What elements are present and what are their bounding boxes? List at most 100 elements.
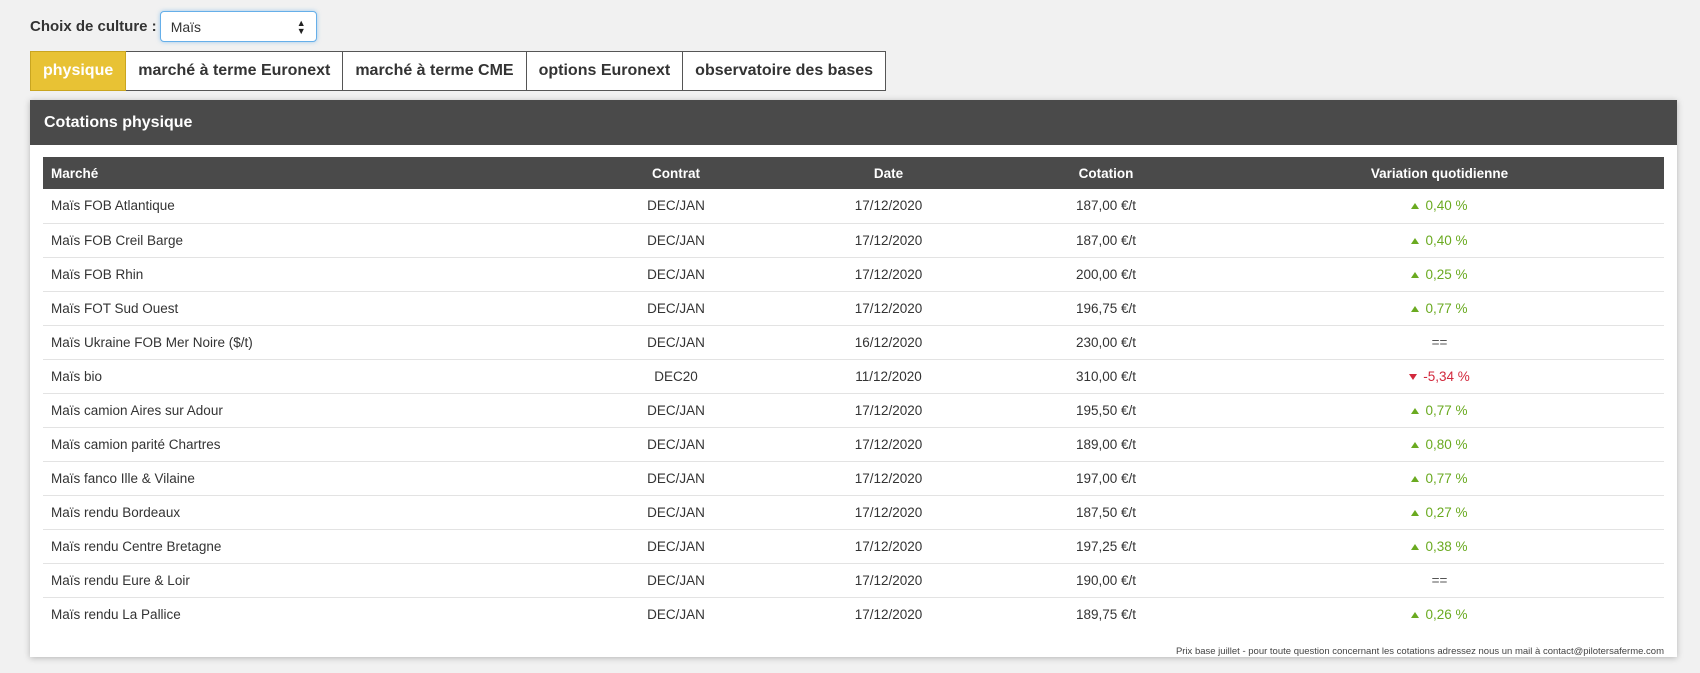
culture-select-value: Maïs xyxy=(170,18,202,35)
table-row: Maïs rendu Centre Bretagne DEC/JAN 17/12/2… xyxy=(43,529,1664,563)
cell-marche: Maïs FOB Rhin xyxy=(51,266,144,282)
tab-observatoire-bases[interactable]: observatoire des bases xyxy=(683,51,887,91)
cell-variation: == xyxy=(1215,325,1664,359)
variation-value: 0,40 % xyxy=(1425,198,1468,214)
cell-contrat: DEC/JAN xyxy=(647,402,705,418)
cell-marche: Maïs fanco Ille & Vilaine xyxy=(51,470,195,486)
cell-cotation: 197,00 €/t xyxy=(1075,470,1137,486)
cell-date: 17/12/2020 xyxy=(854,232,923,248)
cell-contrat: DEC20 xyxy=(654,368,698,384)
cell-cotation: 197,25 €/t xyxy=(1075,538,1137,554)
cell-variation: 0,27 % xyxy=(1215,495,1664,529)
table-row: Maïs bio DEC20 11/12/2020 310,00 €/t -5,34 % xyxy=(43,359,1664,393)
cell-date: 11/12/2020 xyxy=(855,368,922,384)
table-row: Maïs camion parité Chartres DEC/JAN 17/12/… xyxy=(43,427,1664,461)
variation-value: 0,77 % xyxy=(1425,402,1468,418)
triangle-up-icon xyxy=(1411,475,1420,482)
cell-date: 17/12/2020 xyxy=(854,198,923,214)
table-row: Maïs rendu La Pallice DEC/JAN 17/12/2020 18… xyxy=(43,597,1664,631)
select-arrows-icon: ▲ ▼ xyxy=(296,17,306,36)
table-row: Maïs Ukraine FOB Mer Noire ($/t) DEC/JAN 1… xyxy=(43,325,1664,359)
table-row: Maïs rendu Bordeaux DEC/JAN 17/12/2020 187,… xyxy=(43,495,1664,529)
cell-contrat: DEC/JAN xyxy=(647,334,705,350)
cell-marche: Maïs FOB Creil Barge xyxy=(51,232,184,248)
cell-marche: Maïs Ukraine FOB Mer Noire ($/t) xyxy=(51,334,253,350)
cell-variation: -5,34 % xyxy=(1215,359,1664,393)
table-row: Maïs camion Aires sur Adour DEC/JAN 17/12/… xyxy=(43,393,1664,427)
variation-value: 0,80 % xyxy=(1425,436,1468,452)
cell-cotation: 196,75 €/t xyxy=(1075,300,1137,316)
cell-contrat: DEC/JAN xyxy=(647,232,705,248)
cell-contrat: DEC/JAN xyxy=(647,300,705,316)
cell-variation: 0,38 % xyxy=(1215,529,1664,563)
variation-value: 0,27 % xyxy=(1425,504,1468,520)
cell-date: 17/12/2020 xyxy=(854,470,923,486)
triangle-down-icon xyxy=(1409,373,1418,380)
cell-cotation: 190,00 €/t xyxy=(1075,572,1137,588)
tab-options-euronext[interactable]: options Euronext xyxy=(526,51,684,91)
cell-contrat: DEC/JAN xyxy=(647,606,705,622)
cell-cotation: 189,75 €/t xyxy=(1075,606,1137,622)
tab-marche-terme-euronext[interactable]: marché à terme Euronext xyxy=(126,51,344,91)
cell-date: 17/12/2020 xyxy=(854,402,923,418)
header-date: Date xyxy=(873,165,904,181)
variation-value: 0,77 % xyxy=(1425,300,1468,316)
variation-value: 0,26 % xyxy=(1425,606,1468,622)
table-row: Maïs rendu Eure & Loir DEC/JAN 17/12/2020 1… xyxy=(43,563,1664,597)
cell-variation: == xyxy=(1215,563,1664,597)
triangle-up-icon xyxy=(1411,509,1420,516)
table-header-row: Marché Contrat Date Cotation Variation q… xyxy=(43,157,1664,189)
cell-variation: 0,25 % xyxy=(1215,257,1664,291)
cell-cotation: 187,00 €/t xyxy=(1075,232,1137,248)
table-row: Maïs FOB Creil Barge DEC/JAN 17/12/2020 187… xyxy=(43,223,1664,257)
cell-cotation: 195,50 €/t xyxy=(1075,402,1137,418)
header-variation: Variation quotidienne xyxy=(1370,165,1509,181)
quotes-panel: Cotations physique Marché Contrat Date C… xyxy=(30,100,1677,657)
variation-value: 0,25 % xyxy=(1425,266,1468,282)
cell-cotation: 310,00 €/t xyxy=(1075,368,1137,384)
header-cotation: Cotation xyxy=(1078,165,1134,181)
variation-value: -5,34 % xyxy=(1423,368,1470,384)
cell-variation: 0,77 % xyxy=(1215,461,1664,495)
tab-bar: physique marché à terme Euronext marché … xyxy=(30,51,887,91)
cell-cotation: 200,00 €/t xyxy=(1075,266,1137,282)
tab-marche-terme-cme[interactable]: marché à terme CME xyxy=(343,51,527,91)
cell-marche: Maïs rendu Bordeaux xyxy=(51,504,181,520)
tab-physique[interactable]: physique xyxy=(30,51,127,91)
cell-marche: Maïs FOT Sud Ouest xyxy=(51,300,179,316)
cell-contrat: DEC/JAN xyxy=(647,504,705,520)
cell-date: 17/12/2020 xyxy=(854,266,923,282)
triangle-up-icon xyxy=(1411,407,1420,414)
cell-date: 17/12/2020 xyxy=(854,504,923,520)
cell-variation: 0,80 % xyxy=(1215,427,1664,461)
cell-date: 17/12/2020 xyxy=(854,300,923,316)
footnote: Prix base juillet - pour toute question … xyxy=(1175,646,1664,657)
cell-contrat: DEC/JAN xyxy=(647,198,705,214)
cell-marche: Maïs rendu Centre Bretagne xyxy=(51,538,222,554)
table-body: Maïs FOB Atlantique DEC/JAN 17/12/2020 187,… xyxy=(43,189,1664,631)
cell-date: 17/12/2020 xyxy=(854,538,923,554)
culture-select[interactable]: Maïs ▲ ▼ xyxy=(159,11,317,42)
cell-contrat: DEC/JAN xyxy=(647,266,705,282)
quotes-table: Marché Contrat Date Cotation Variation q… xyxy=(43,157,1664,631)
cell-cotation: 187,50 €/t xyxy=(1075,504,1137,520)
cell-contrat: DEC/JAN xyxy=(647,470,705,486)
cell-date: 17/12/2020 xyxy=(854,436,923,452)
header-marche: Marché xyxy=(51,165,99,181)
triangle-up-icon xyxy=(1411,237,1420,244)
variation-value: 0,40 % xyxy=(1425,232,1468,248)
header-contrat: Contrat xyxy=(652,165,700,181)
cell-variation: 0,77 % xyxy=(1215,393,1664,427)
panel-title: Cotations physique xyxy=(30,100,1677,145)
triangle-up-icon xyxy=(1411,441,1420,448)
cell-contrat: DEC/JAN xyxy=(647,538,705,554)
cell-contrat: DEC/JAN xyxy=(647,572,705,588)
cell-marche: Maïs rendu Eure & Loir xyxy=(51,572,190,588)
variation-value: == xyxy=(1431,334,1448,350)
cell-marche: Maïs FOB Atlantique xyxy=(51,198,175,214)
cell-cotation: 187,00 €/t xyxy=(1075,198,1137,214)
cell-contrat: DEC/JAN xyxy=(647,436,705,452)
variation-value: == xyxy=(1431,572,1448,588)
cell-marche: Maïs rendu La Pallice xyxy=(51,606,181,622)
culture-selector: Choix de culture : Maïs ▲ ▼ xyxy=(30,11,317,42)
